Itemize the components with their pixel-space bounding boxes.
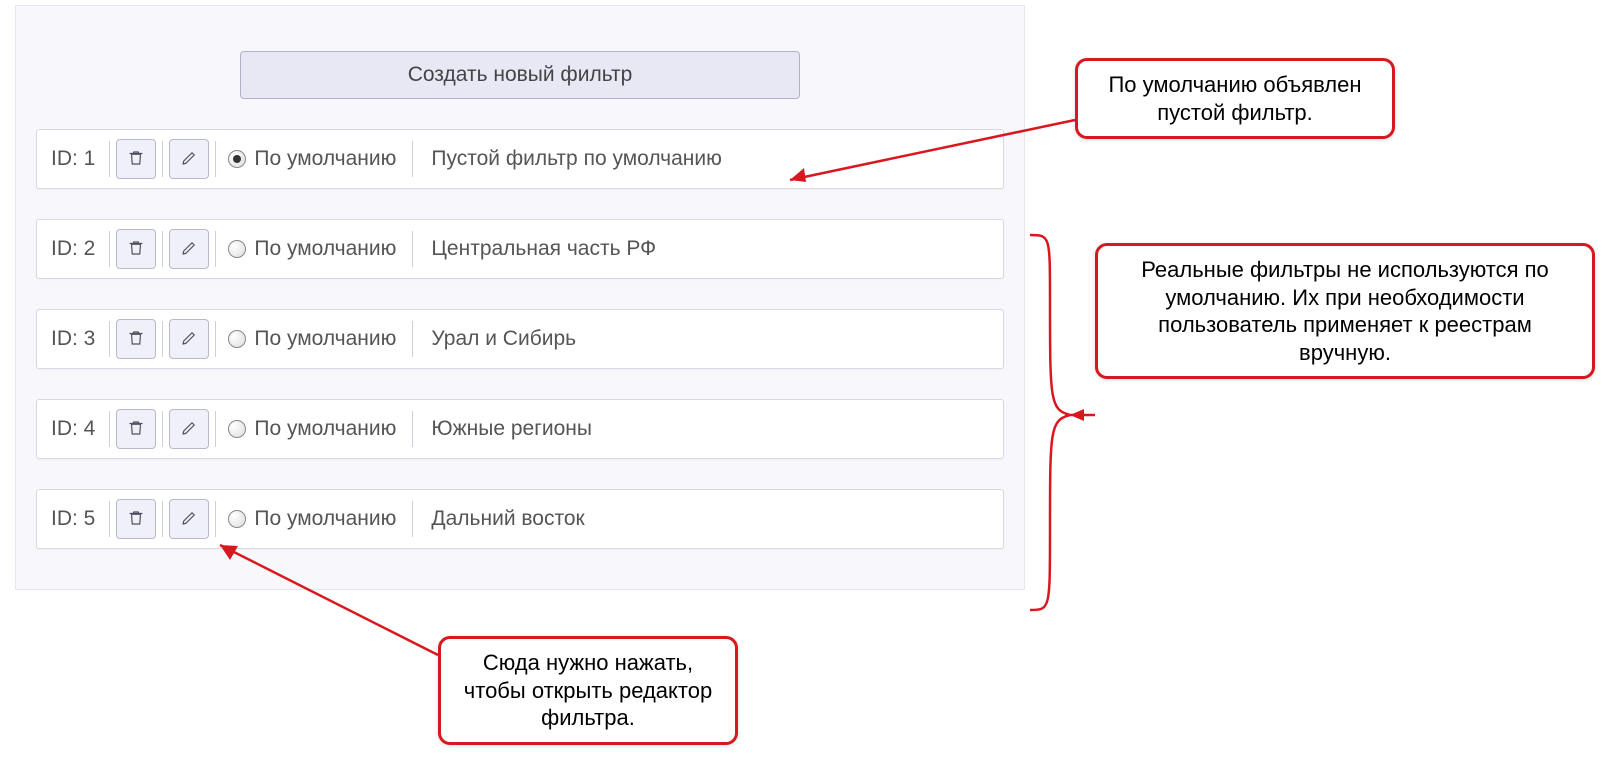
separator [162,321,163,357]
edit-button[interactable] [169,319,209,359]
radio-label: По умолчанию [254,237,396,261]
radio-icon [228,420,246,438]
filter-id-label: ID: 3 [47,327,103,351]
trash-icon [127,239,145,260]
default-radio[interactable]: По умолчанию [222,507,406,531]
edit-button[interactable] [169,139,209,179]
filter-name: Южные регионы [419,417,592,441]
filter-name: Центральная часть РФ [419,237,656,261]
separator [109,321,110,357]
radio-icon [228,510,246,528]
trash-icon [127,329,145,350]
delete-button[interactable] [116,319,156,359]
filter-row: ID: 4 По умолчанию Южные регионы [36,399,1004,459]
default-radio[interactable]: По умолчанию [222,147,406,171]
trash-icon [127,419,145,440]
separator [412,141,413,177]
separator [215,141,216,177]
create-filter-button[interactable]: Создать новый фильтр [240,51,800,99]
filter-row: ID: 1 По умолчанию Пустой фильтр по умол… [36,129,1004,189]
callout-edit-hint: Сюда нужно нажать, чтобы открыть редакто… [438,636,738,745]
separator [412,321,413,357]
callout-real-filters: Реальные фильтры не используются по умол… [1095,243,1595,379]
separator [109,231,110,267]
separator [215,501,216,537]
filter-row: ID: 5 По умолчанию Дальний восток [36,489,1004,549]
trash-icon [127,149,145,170]
default-radio[interactable]: По умолчанию [222,237,406,261]
filter-id-label: ID: 5 [47,507,103,531]
filter-id-label: ID: 4 [47,417,103,441]
radio-icon [228,330,246,348]
pencil-icon [180,329,198,350]
filter-list: ID: 1 По умолчанию Пустой фильтр по умол… [36,129,1004,549]
trash-icon [127,509,145,530]
radio-label: По умолчанию [254,327,396,351]
edit-button[interactable] [169,409,209,449]
pencil-icon [180,509,198,530]
separator [215,411,216,447]
separator [162,411,163,447]
separator [215,231,216,267]
separator [215,321,216,357]
radio-icon [228,240,246,258]
filters-panel: Создать новый фильтр ID: 1 По умолчанию [15,5,1025,590]
separator [109,141,110,177]
delete-button[interactable] [116,229,156,269]
edit-button[interactable] [169,229,209,269]
delete-button[interactable] [116,499,156,539]
filter-name: Дальний восток [419,507,584,531]
radio-label: По умолчанию [254,417,396,441]
callout-default-filter: По умолчанию объявлен пустой фильтр. [1075,58,1395,139]
separator [109,501,110,537]
pencil-icon [180,419,198,440]
radio-icon [228,150,246,168]
radio-label: По умолчанию [254,507,396,531]
separator [162,141,163,177]
filter-id-label: ID: 2 [47,237,103,261]
radio-label: По умолчанию [254,147,396,171]
pencil-icon [180,149,198,170]
filter-name: Урал и Сибирь [419,327,576,351]
separator [162,501,163,537]
filter-id-label: ID: 1 [47,147,103,171]
pencil-icon [180,239,198,260]
separator [162,231,163,267]
filter-row: ID: 2 По умолчанию Центральная часть РФ [36,219,1004,279]
default-radio[interactable]: По умолчанию [222,417,406,441]
separator [412,231,413,267]
filter-row: ID: 3 По умолчанию Урал и Сибирь [36,309,1004,369]
separator [109,411,110,447]
default-radio[interactable]: По умолчанию [222,327,406,351]
delete-button[interactable] [116,139,156,179]
separator [412,501,413,537]
edit-button[interactable] [169,499,209,539]
filter-name: Пустой фильтр по умолчанию [419,147,721,171]
delete-button[interactable] [116,409,156,449]
separator [412,411,413,447]
